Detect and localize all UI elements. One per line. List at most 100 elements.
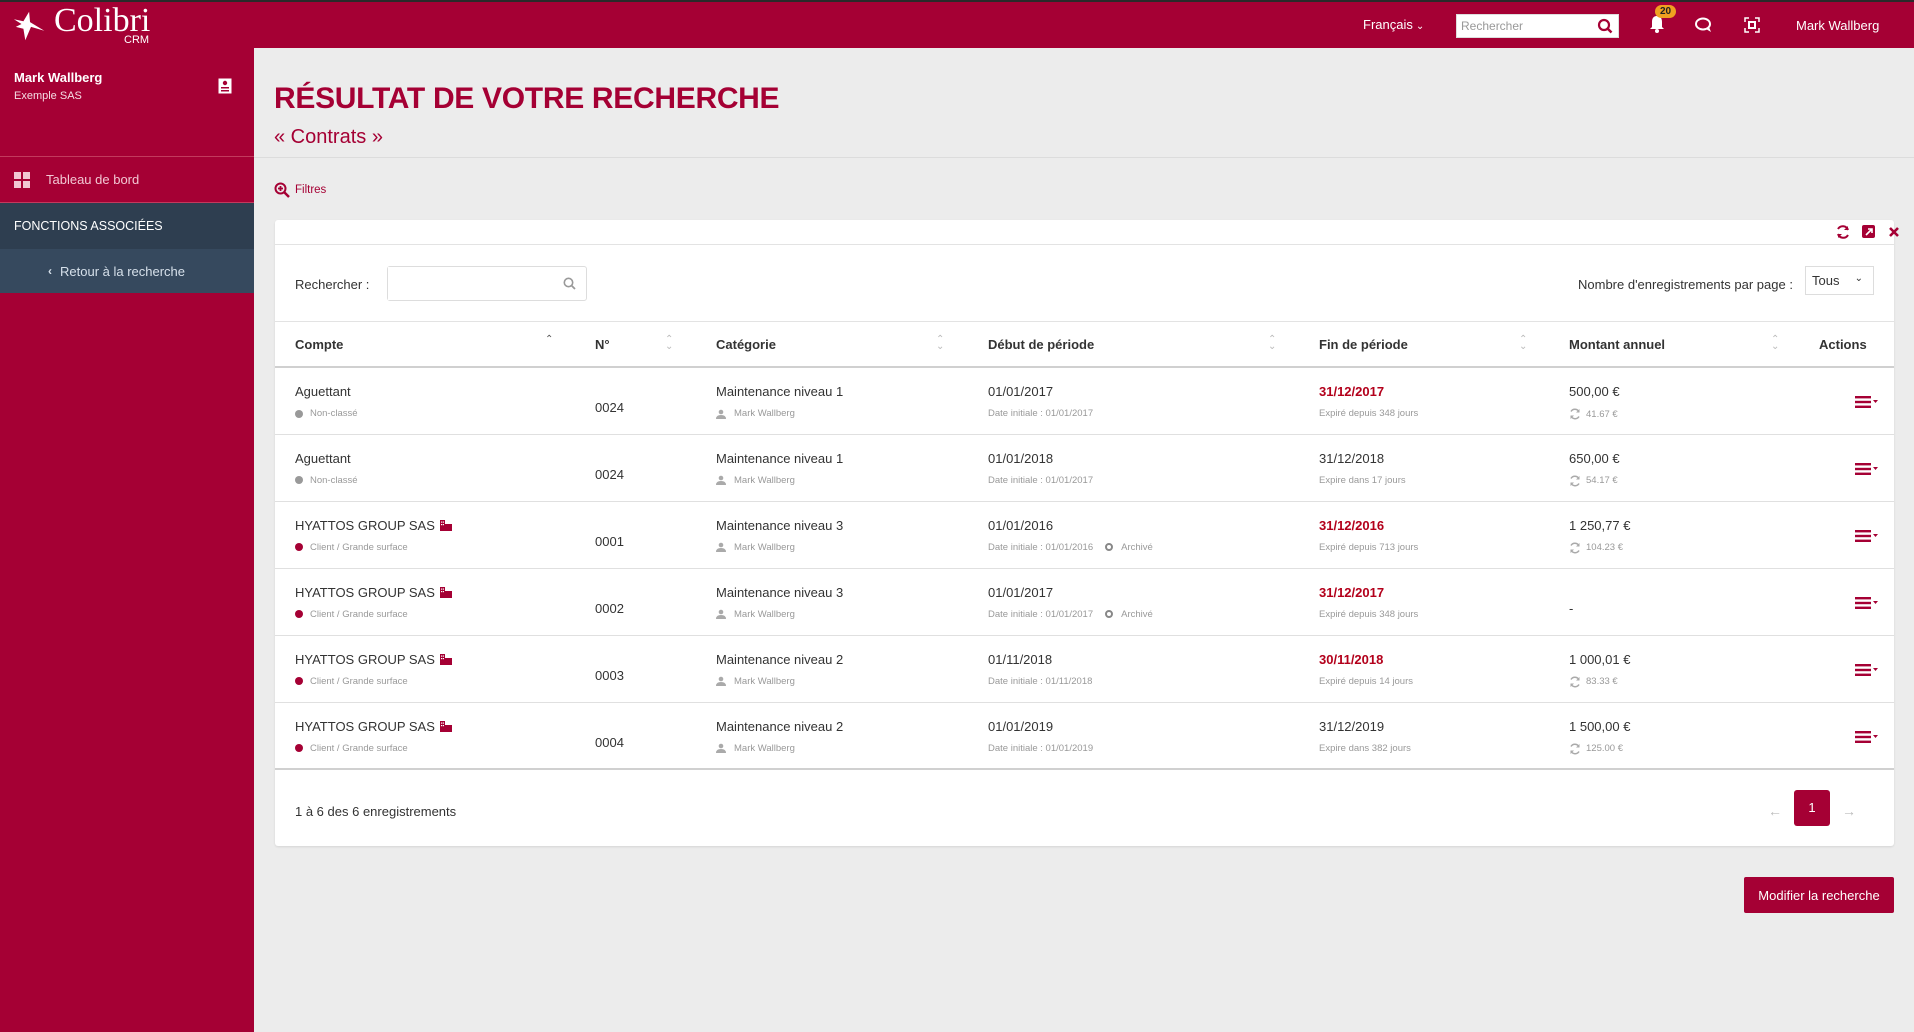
- per-page-label: Nombre d'enregistrements par page :: [1578, 277, 1793, 292]
- actions-menu-icon[interactable]: [1855, 529, 1879, 542]
- table-row[interactable]: HYATTOS GROUP SAS Client / Grande surface…: [275, 702, 1894, 770]
- filters-label: Filtres: [295, 184, 327, 196]
- cell-start: 01/01/2016 Date initiale : 01/01/2016 Arch…: [968, 501, 1299, 569]
- contracts-table: Compte ⌃ N° ⌃ ⌄ Catégorie ⌃ ⌄ Début de périod…: [275, 322, 1894, 770]
- divider: [254, 157, 1914, 158]
- recurring-icon: [1570, 475, 1580, 486]
- account-name[interactable]: HYATTOS GROUP SAS: [295, 518, 435, 533]
- table-search-input[interactable]: [388, 267, 548, 300]
- table-row[interactable]: HYATTOS GROUP SAS Client / Grande surface…: [275, 568, 1894, 636]
- user-icon: [716, 475, 726, 485]
- refresh-icon[interactable]: [1836, 225, 1850, 239]
- column-header-debut[interactable]: Début de période ⌃ ⌄: [968, 322, 1299, 368]
- contact-card-icon[interactable]: [218, 78, 232, 94]
- cell-end: 31/12/2017 Expiré depuis 348 jours: [1299, 367, 1549, 435]
- filters-toggle[interactable]: Filtres: [274, 182, 326, 198]
- main-content: RÉSULTAT DE VOTRE RECHERCHE « Contrats »…: [254, 48, 1914, 1032]
- monthly-amount: 41.67 €: [1586, 408, 1618, 420]
- cell-end: 31/12/2019 Expire dans 382 jours: [1299, 702, 1549, 770]
- cell-actions: [1803, 635, 1894, 703]
- expiry-note: Expiré depuis 348 jours: [1319, 408, 1419, 419]
- brand-name: Colibri: [54, 2, 151, 39]
- fullscreen-icon[interactable]: [1744, 17, 1760, 33]
- account-tag: Non-classé: [310, 408, 358, 419]
- chat-icon[interactable]: [1694, 16, 1714, 34]
- per-page-select[interactable]: Tous ⌄: [1805, 266, 1874, 295]
- cell-actions: [1803, 568, 1894, 636]
- language-selector[interactable]: Français ⌄: [1363, 17, 1424, 32]
- contract-owner: Mark Wallberg: [734, 408, 795, 419]
- sidebar: Mark Wallberg Exemple SAS Tableau de bor…: [0, 48, 254, 1032]
- pagination-prev[interactable]: ←: [1768, 803, 1782, 819]
- actions-menu-icon[interactable]: [1855, 596, 1879, 609]
- search-icon[interactable]: [1597, 18, 1613, 34]
- column-header-fin[interactable]: Fin de période ⌃ ⌄: [1299, 322, 1549, 368]
- column-label: Montant annuel: [1569, 336, 1666, 352]
- account-name[interactable]: HYATTOS GROUP SAS: [295, 652, 435, 667]
- table-row[interactable]: Aguettant Non-classé 0024 Maintenance nivea…: [275, 367, 1894, 435]
- cell-category: Maintenance niveau 1 Mark Wallberg: [696, 434, 968, 502]
- table-row[interactable]: HYATTOS GROUP SAS Client / Grande surface…: [275, 635, 1894, 703]
- results-panel: Rechercher : Nombre d'enregistrements pa…: [275, 220, 1899, 846]
- contract-owner: Mark Wallberg: [734, 608, 795, 620]
- sidebar-item-dashboard[interactable]: Tableau de bord: [0, 157, 254, 203]
- column-label: Actions: [1819, 336, 1867, 352]
- modify-search-button[interactable]: Modifier la recherche: [1744, 877, 1894, 913]
- table-row[interactable]: HYATTOS GROUP SAS Client / Grande surface…: [275, 501, 1894, 569]
- close-icon[interactable]: [1887, 225, 1901, 239]
- actions-menu-icon[interactable]: [1855, 462, 1879, 475]
- category-dot: [295, 610, 303, 618]
- sort-icon: ⌃ ⌄: [1268, 334, 1277, 352]
- column-header-numero[interactable]: N° ⌃ ⌄: [575, 322, 696, 368]
- sidebar-item-back-to-search[interactable]: ‹ Retour à la recherche: [0, 249, 254, 293]
- period-start: 01/01/2017: [988, 384, 1054, 399]
- language-label: Français: [1363, 17, 1413, 32]
- actions-menu-icon[interactable]: [1855, 730, 1879, 743]
- expand-icon[interactable]: [1862, 225, 1876, 239]
- column-label: Début de période: [988, 336, 1095, 352]
- period-end: 30/11/2018: [1319, 651, 1384, 667]
- contract-number: 0002: [595, 600, 624, 616]
- pagination-page-current[interactable]: 1: [1794, 790, 1830, 826]
- cell-amount: -: [1549, 568, 1803, 636]
- contract-number: 0024: [595, 466, 624, 482]
- contract-category: Maintenance niveau 1: [716, 450, 844, 466]
- actions-menu-icon[interactable]: [1855, 396, 1879, 408]
- category-dot: [295, 677, 303, 685]
- contract-category: Maintenance niveau 3: [716, 584, 844, 600]
- company-icon: [439, 720, 452, 732]
- search-icon: [563, 277, 576, 290]
- sidebar-profile: Mark Wallberg Exemple SAS: [0, 48, 254, 157]
- cell-number: 0004: [575, 702, 696, 770]
- column-header-compte[interactable]: Compte ⌃: [275, 322, 575, 368]
- column-header-categorie[interactable]: Catégorie ⌃ ⌄: [696, 322, 968, 368]
- column-label: Fin de période: [1319, 336, 1408, 352]
- contract-category: Maintenance niveau 1: [716, 384, 844, 399]
- contract-number: 0024: [595, 400, 624, 415]
- global-search: [1456, 14, 1619, 38]
- account-tag: Non-classé: [310, 474, 358, 486]
- category-dot: [295, 409, 303, 418]
- hummingbird-icon: [13, 11, 45, 41]
- account-name[interactable]: Aguettant: [295, 451, 351, 466]
- account-name[interactable]: HYATTOS GROUP SAS: [295, 719, 435, 734]
- table-row[interactable]: Aguettant Non-classé 0024 Maintenance nivea…: [275, 434, 1894, 502]
- user-icon: [716, 609, 726, 619]
- account-name[interactable]: Aguettant: [295, 384, 351, 399]
- contract-number: 0004: [595, 734, 624, 750]
- user-menu[interactable]: Mark Wallberg: [1796, 18, 1879, 33]
- cell-number: 0024: [575, 434, 696, 502]
- account-name[interactable]: HYATTOS GROUP SAS: [295, 585, 435, 600]
- pagination-next[interactable]: →: [1842, 803, 1856, 819]
- table-search-row: Rechercher : Nombre d'enregistrements pa…: [275, 245, 1894, 322]
- logo[interactable]: Colibri CRM: [12, 4, 150, 48]
- actions-menu-icon[interactable]: [1855, 663, 1879, 676]
- cell-number: 0002: [575, 568, 696, 636]
- global-search-input[interactable]: [1457, 15, 1587, 37]
- annual-amount: -: [1569, 600, 1574, 616]
- cell-end: 31/12/2017 Expiré depuis 348 jours: [1299, 568, 1549, 636]
- company-icon: [439, 586, 452, 598]
- column-header-montant[interactable]: Montant annuel ⌃ ⌄: [1549, 322, 1803, 368]
- contract-owner: Mark Wallberg: [734, 742, 795, 754]
- cell-amount: 1 250,77 € 104.23 €: [1549, 501, 1803, 569]
